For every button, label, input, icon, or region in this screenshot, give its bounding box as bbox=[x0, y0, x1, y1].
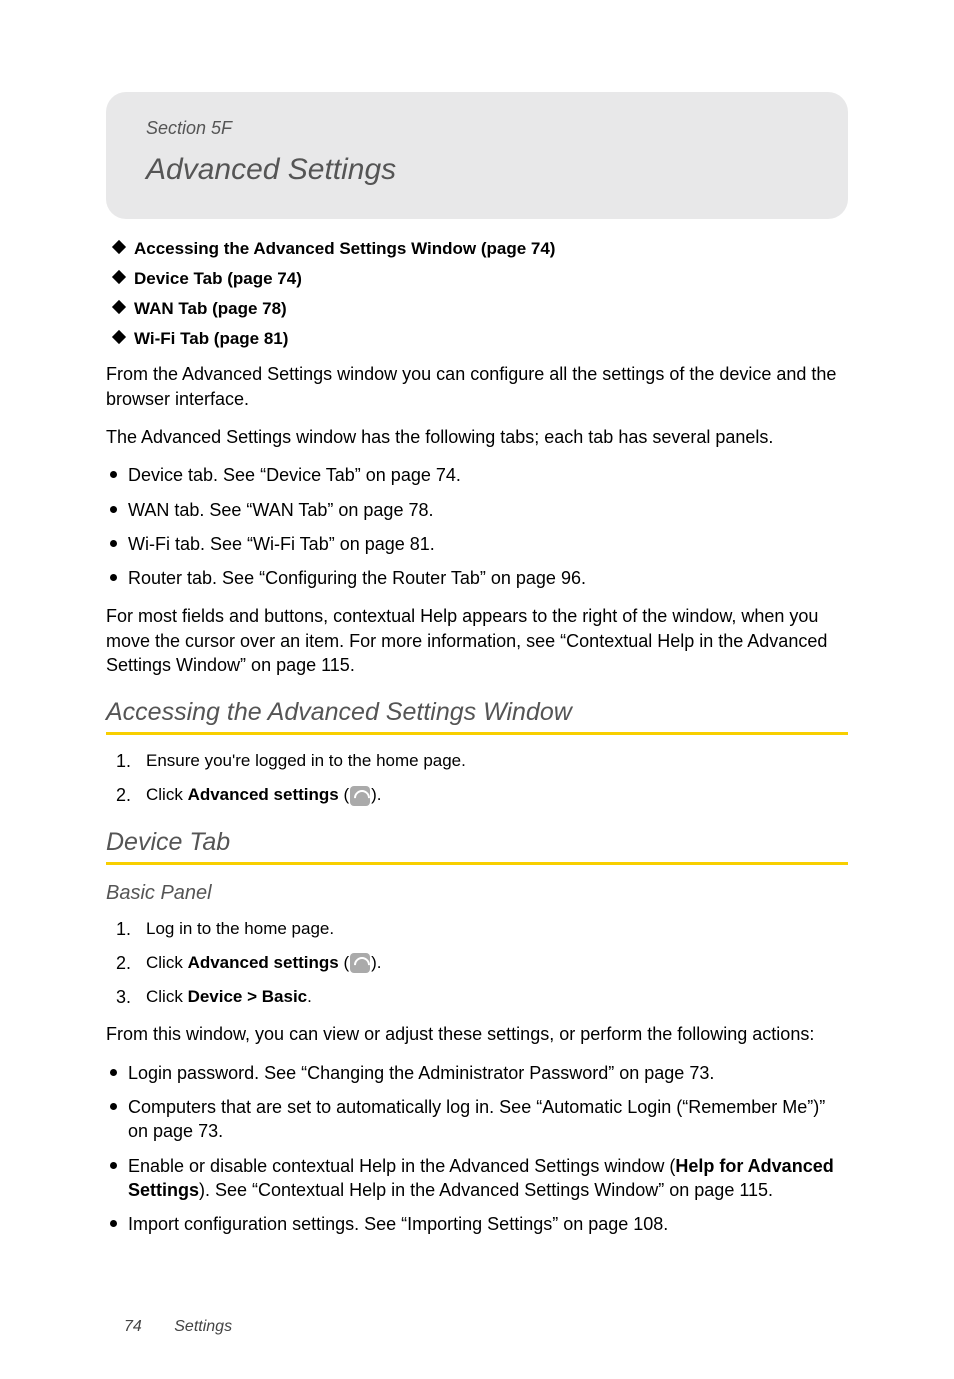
step-item: Click Advanced settings (). bbox=[146, 783, 848, 807]
list-text: Enable or disable contextual Help in the… bbox=[128, 1156, 675, 1176]
step-text: ( bbox=[339, 785, 349, 804]
toc-list: Accessing the Advanced Settings Window (… bbox=[106, 237, 848, 350]
body-text: The Advanced Settings window has the fol… bbox=[106, 425, 848, 449]
wrench-icon bbox=[350, 786, 370, 806]
list-item: Device tab. See “Device Tab” on page 74. bbox=[128, 463, 848, 487]
chapter-name: Settings bbox=[174, 1318, 232, 1335]
list-item: Login password. See “Changing the Admini… bbox=[128, 1061, 848, 1085]
tabs-bullet-list: Device tab. See “Device Tab” on page 74.… bbox=[106, 463, 848, 590]
ui-label-bold: Advanced settings bbox=[188, 953, 339, 972]
body-text: From this window, you can view or adjust… bbox=[106, 1022, 848, 1046]
body-text: From the Advanced Settings window you ca… bbox=[106, 362, 848, 411]
steps-access-list: Ensure you're logged in to the home page… bbox=[106, 749, 848, 807]
heading-device-tab: Device Tab bbox=[106, 825, 848, 865]
page-number: 74 bbox=[124, 1318, 142, 1335]
step-text: Click bbox=[146, 987, 188, 1006]
step-item: Ensure you're logged in to the home page… bbox=[146, 749, 848, 773]
step-text: ). bbox=[371, 953, 381, 972]
page-title: Advanced Settings bbox=[146, 149, 808, 191]
list-item: Router tab. See “Configuring the Router … bbox=[128, 566, 848, 590]
ui-label-bold: Advanced settings bbox=[188, 785, 339, 804]
list-item: Enable or disable contextual Help in the… bbox=[128, 1154, 848, 1203]
list-item: Computers that are set to automatically … bbox=[128, 1095, 848, 1144]
step-item: Click Advanced settings (). bbox=[146, 951, 848, 975]
step-text: Click bbox=[146, 785, 188, 804]
step-text: Click bbox=[146, 953, 188, 972]
section-label: Section 5F bbox=[146, 116, 808, 141]
document-page: Section 5F Advanced Settings Accessing t… bbox=[0, 0, 954, 1379]
section-header-box: Section 5F Advanced Settings bbox=[106, 92, 848, 219]
heading-accessing: Accessing the Advanced Settings Window bbox=[106, 695, 848, 735]
basic-bullet-list: Login password. See “Changing the Admini… bbox=[106, 1061, 848, 1237]
ui-label-bold: Device > Basic bbox=[188, 987, 308, 1006]
toc-item[interactable]: Device Tab (page 74) bbox=[134, 267, 848, 291]
step-text: . bbox=[307, 987, 312, 1006]
toc-item[interactable]: Accessing the Advanced Settings Window (… bbox=[134, 237, 848, 261]
list-item: Wi-Fi tab. See “Wi-Fi Tab” on page 81. bbox=[128, 532, 848, 556]
steps-basic-list: Log in to the home page. Click Advanced … bbox=[106, 917, 848, 1008]
list-item: WAN tab. See “WAN Tab” on page 78. bbox=[128, 498, 848, 522]
page-footer: 74 Settings bbox=[106, 1316, 848, 1338]
toc-item[interactable]: Wi-Fi Tab (page 81) bbox=[134, 327, 848, 351]
list-text: ). See “Contextual Help in the Advanced … bbox=[199, 1180, 773, 1200]
step-text: ( bbox=[339, 953, 349, 972]
step-item: Log in to the home page. bbox=[146, 917, 848, 941]
heading-basic-panel: Basic Panel bbox=[106, 879, 848, 907]
list-item: Import configuration settings. See “Impo… bbox=[128, 1212, 848, 1236]
wrench-icon bbox=[350, 953, 370, 973]
body-text: For most fields and buttons, contextual … bbox=[106, 604, 848, 677]
step-item: Click Device > Basic. bbox=[146, 985, 848, 1009]
step-text: ). bbox=[371, 785, 381, 804]
toc-item[interactable]: WAN Tab (page 78) bbox=[134, 297, 848, 321]
